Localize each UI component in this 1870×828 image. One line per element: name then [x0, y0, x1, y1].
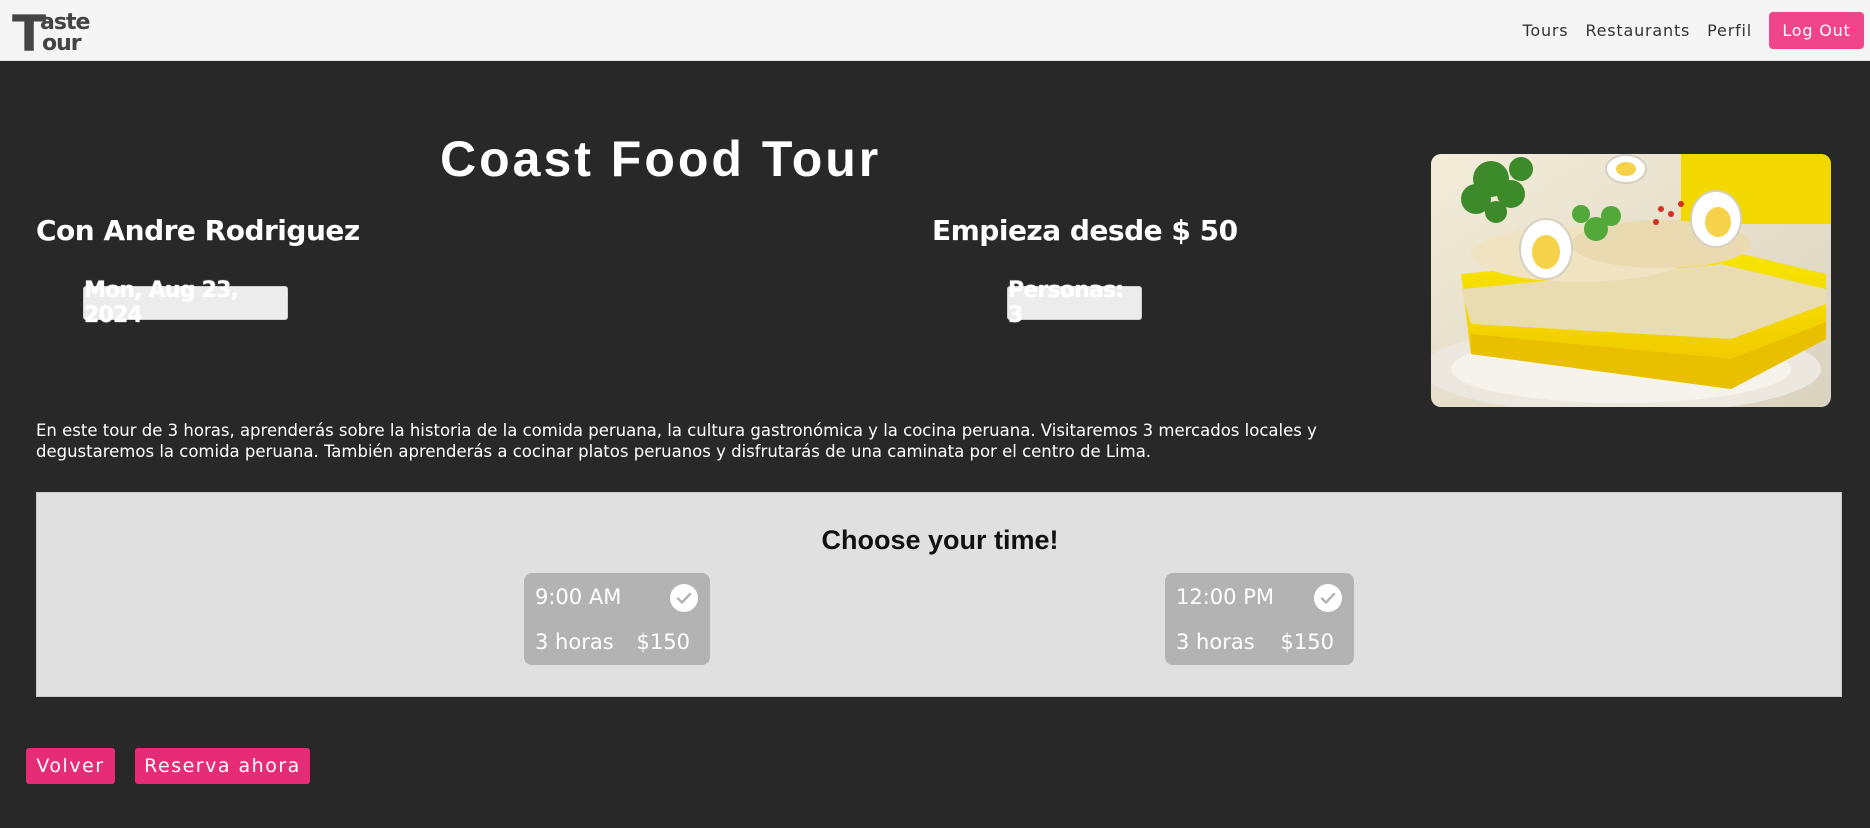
tour-guide: Con Andre Rodriguez	[36, 214, 360, 247]
logout-button[interactable]: Log Out	[1769, 11, 1864, 49]
nav-link-tours[interactable]: Tours	[1523, 21, 1569, 40]
check-icon[interactable]	[670, 584, 698, 612]
navbar: T aste our Tours Restaurants Perfil Log …	[0, 0, 1870, 61]
slot-duration: 3 horas	[1176, 630, 1255, 654]
time-slot-card[interactable]: 9:00 AM 3 horas $150	[524, 573, 710, 665]
slot-price: $150	[1280, 630, 1334, 654]
time-selection-panel: Choose your time! 9:00 AM 3 horas $150 1…	[36, 492, 1842, 697]
tour-price: Empieza desde $ 50	[932, 214, 1238, 247]
back-button[interactable]: Volver	[26, 748, 115, 784]
slot-price: $150	[636, 630, 690, 654]
slot-time: 9:00 AM	[535, 585, 622, 609]
logo-word-bottom: our	[42, 31, 82, 55]
slot-duration: 3 horas	[535, 630, 614, 654]
slot-time: 12:00 PM	[1176, 585, 1274, 609]
taste-tour-logo[interactable]: T aste our	[12, 5, 104, 55]
tour-image	[1431, 154, 1831, 407]
choose-time-heading: Choose your time!	[821, 525, 1059, 555]
tour-title: Coast Food Tour	[440, 131, 882, 187]
nav-link-perfil[interactable]: Perfil	[1707, 21, 1752, 40]
people-badge[interactable]: Personas: 3	[1007, 278, 1142, 328]
check-icon[interactable]	[1314, 584, 1342, 612]
causa-dish-photo	[1431, 154, 1831, 407]
date-badge[interactable]: Mon, Aug 23, 2024	[83, 278, 288, 328]
tour-description: En este tour de 3 horas, aprenderás sobr…	[36, 421, 1317, 461]
nav-link-restaurants[interactable]: Restaurants	[1585, 21, 1690, 40]
time-slot-card[interactable]: 12:00 PM 3 horas $150	[1165, 573, 1354, 665]
nav-links: Tours Restaurants Perfil Log Out	[1523, 0, 1864, 60]
book-now-button[interactable]: Reserva ahora	[135, 748, 310, 784]
